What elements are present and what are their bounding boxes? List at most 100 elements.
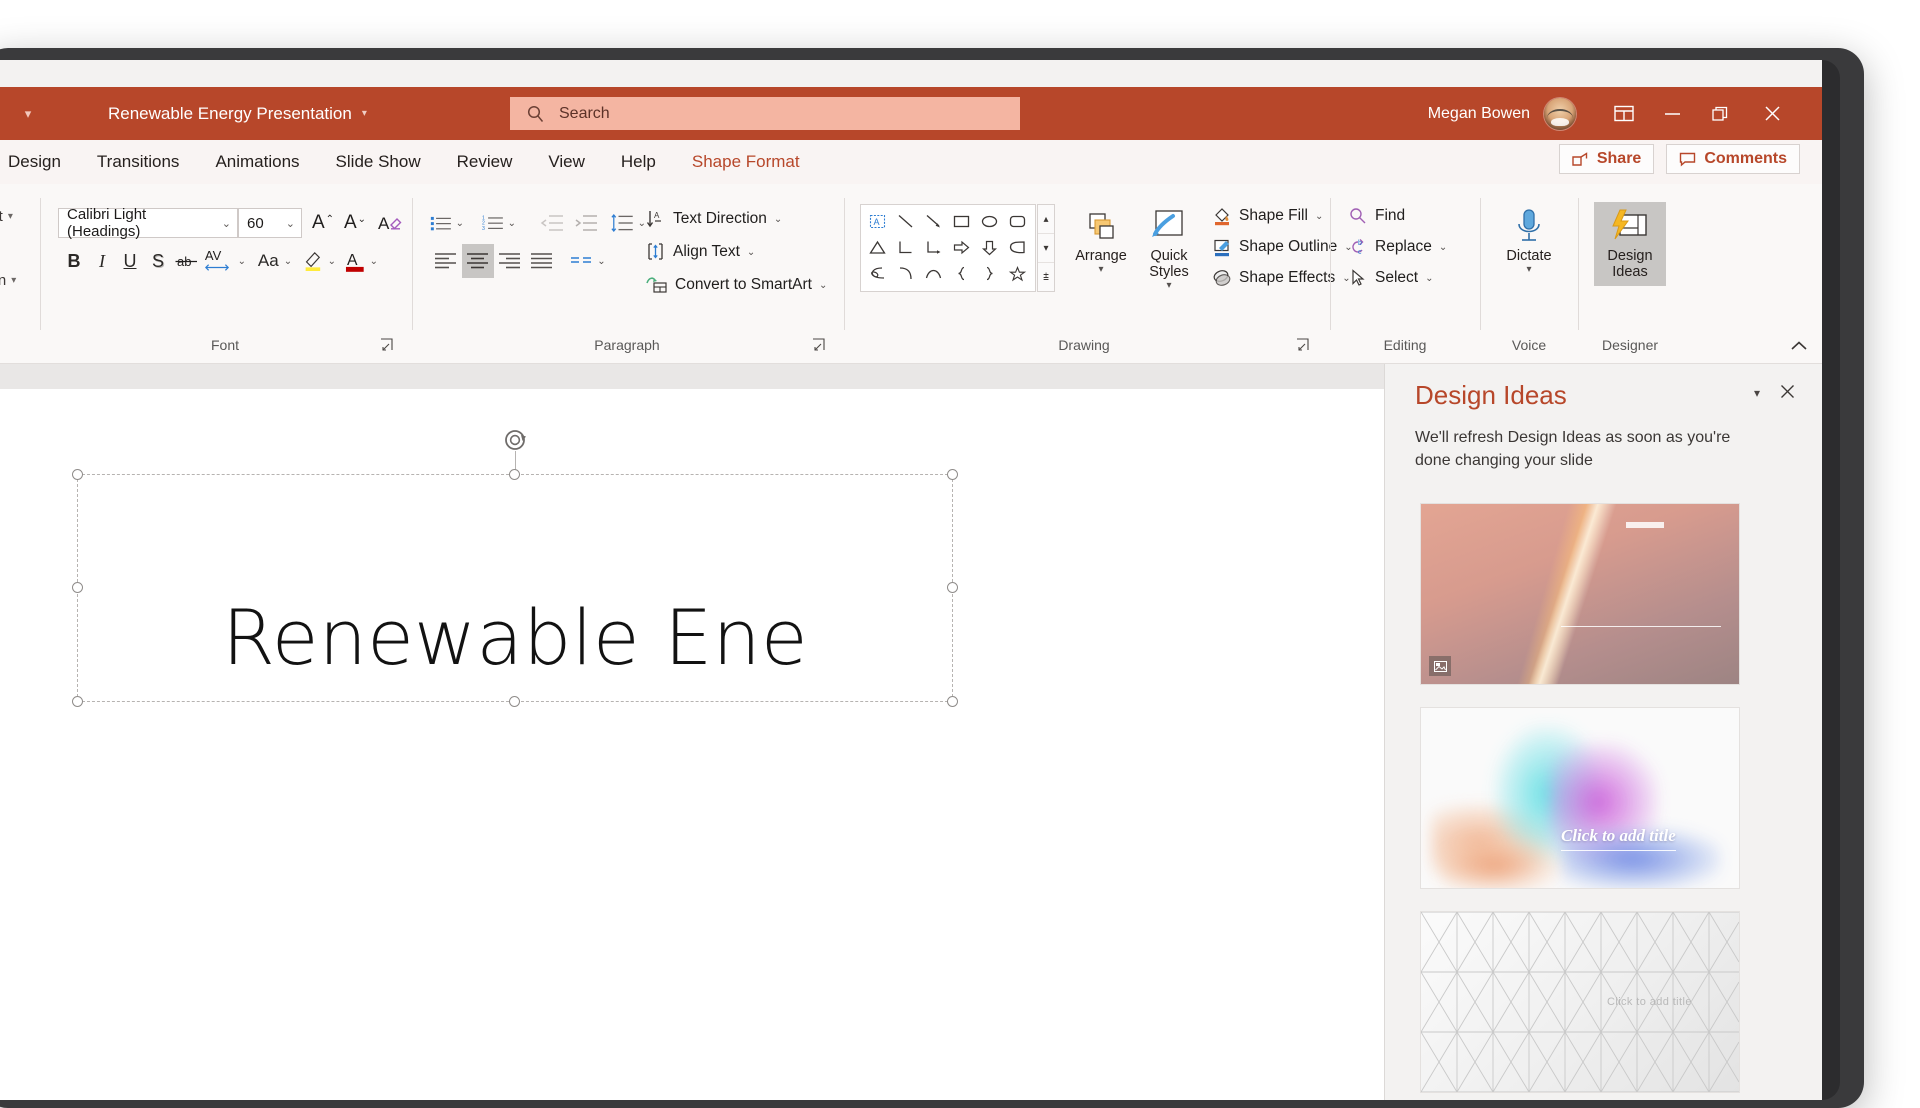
elbow-connector-icon[interactable]: [891, 234, 919, 260]
increase-indent-button[interactable]: [570, 208, 602, 238]
quick-styles-button[interactable]: Quick Styles ▾: [1134, 206, 1204, 292]
arc-icon[interactable]: [891, 260, 919, 286]
tab-transitions[interactable]: Transitions: [79, 140, 198, 184]
shape-fill-button[interactable]: Shape Fill ⌄: [1212, 206, 1323, 226]
triangle-icon[interactable]: [863, 234, 891, 260]
tab-label: Transitions: [96, 152, 180, 171]
strikethrough-button[interactable]: ab: [172, 246, 202, 276]
font-name-combobox[interactable]: Calibri Light (Headings) ⌄: [58, 206, 238, 240]
resize-handle-top-center[interactable]: [509, 469, 520, 480]
down-arrow-icon[interactable]: [975, 234, 1003, 260]
design-idea-image-badge: [1429, 656, 1451, 676]
minimize-button[interactable]: [1648, 87, 1696, 140]
slide-canvas[interactable]: Renewable Ene: [0, 389, 1384, 1100]
oval-icon[interactable]: [975, 208, 1003, 234]
design-idea-thumbnail-2[interactable]: Click to add title: [1421, 708, 1739, 888]
numbering-button[interactable]: 1 2 3 ⌄: [482, 208, 516, 238]
svg-text:3: 3: [482, 226, 485, 232]
font-size-combobox[interactable]: 60 ⌄: [238, 208, 302, 238]
user-name[interactable]: Megan Bowen: [1428, 105, 1530, 123]
collapse-ribbon-button[interactable]: [1790, 339, 1808, 355]
tab-slide-show[interactable]: Slide Show: [318, 140, 439, 184]
character-spacing-button[interactable]: AV ⌄: [204, 244, 246, 278]
select-button[interactable]: Select ⌄: [1348, 268, 1433, 288]
tab-view[interactable]: View: [530, 140, 603, 184]
scribble-icon[interactable]: [863, 260, 891, 286]
align-right-button[interactable]: [494, 246, 526, 276]
decrease-font-size-button[interactable]: A ⌄: [340, 208, 370, 238]
pie-shape-icon[interactable]: [1003, 234, 1031, 260]
decrease-indent-button[interactable]: [536, 208, 568, 238]
text-direction-button[interactable]: A Text Direction ⌄: [646, 209, 782, 229]
text-box-icon[interactable]: A: [863, 208, 891, 234]
rotate-handle-icon[interactable]: [502, 427, 528, 453]
tab-animations[interactable]: Animations: [197, 140, 317, 184]
justify-button[interactable]: [526, 246, 558, 276]
line-icon[interactable]: [891, 208, 919, 234]
resize-handle-top-right[interactable]: [947, 469, 958, 480]
change-case-button[interactable]: Aa ⌄: [252, 246, 298, 276]
tab-shape-format[interactable]: Shape Format: [674, 140, 818, 184]
comments-button[interactable]: Comments: [1666, 144, 1800, 174]
clear-formatting-button[interactable]: A: [374, 208, 406, 238]
rectangle-icon[interactable]: [947, 208, 975, 234]
shapes-more-button[interactable]: ⩲: [1038, 263, 1054, 291]
italic-button[interactable]: I: [88, 246, 116, 276]
arrange-button[interactable]: Arrange ▾: [1070, 206, 1132, 275]
underline-button[interactable]: U: [116, 246, 144, 276]
drawing-dialog-launcher[interactable]: [1296, 338, 1314, 356]
design-ideas-menu-button[interactable]: ▾: [1754, 386, 1760, 400]
text-shadow-button[interactable]: S: [144, 246, 172, 276]
right-arrow-icon[interactable]: [947, 234, 975, 260]
document-title[interactable]: Renewable Energy Presentation ▾: [108, 104, 367, 124]
columns-icon: [571, 257, 592, 263]
slide-title-text[interactable]: Renewable Ene: [78, 573, 952, 701]
increase-font-size-button[interactable]: A ⌃: [308, 208, 338, 238]
restore-button[interactable]: [1696, 87, 1744, 140]
line-spacing-button[interactable]: ⌄: [610, 208, 646, 238]
align-center-button[interactable]: [462, 244, 494, 278]
convert-to-smartart-button[interactable]: Convert to SmartArt ⌄: [646, 275, 827, 295]
bullets-button[interactable]: ⌄: [430, 208, 464, 238]
star-icon[interactable]: [1003, 260, 1031, 286]
avatar[interactable]: [1544, 97, 1576, 130]
ribbon-display-options-button[interactable]: [1600, 87, 1648, 140]
dictate-button[interactable]: Dictate ▾: [1498, 206, 1560, 275]
quick-access-toolbar-button[interactable]: ▾: [10, 96, 46, 132]
align-left-button[interactable]: [430, 246, 462, 276]
text-highlight-button[interactable]: ⌄: [302, 244, 336, 278]
left-brace-icon[interactable]: [947, 260, 975, 286]
bold-button[interactable]: B: [60, 246, 88, 276]
paragraph-dialog-launcher[interactable]: [812, 338, 830, 356]
design-ideas-button[interactable]: Design Ideas: [1594, 202, 1666, 287]
elbow-arrow-connector-icon[interactable]: [919, 234, 947, 260]
shapes-gallery[interactable]: A: [860, 204, 1036, 292]
share-button[interactable]: Share: [1558, 144, 1655, 174]
columns-button[interactable]: ⌄: [570, 246, 606, 276]
design-ideas-close-button[interactable]: [1774, 378, 1800, 404]
rounded-rectangle-icon[interactable]: [1003, 208, 1031, 234]
right-brace-icon[interactable]: [975, 260, 1003, 286]
font-color-button[interactable]: A ⌄: [344, 244, 378, 278]
shapes-scroll-down-button[interactable]: ▾: [1038, 234, 1054, 263]
close-button[interactable]: [1744, 87, 1800, 140]
resize-handle-top-left[interactable]: [72, 469, 83, 480]
tab-review[interactable]: Review: [439, 140, 531, 184]
titlebar-right-cluster: Megan Bowen: [1428, 87, 1800, 140]
line-arrow-icon[interactable]: [919, 208, 947, 234]
shapes-scroll-up-button[interactable]: ▴: [1038, 205, 1054, 234]
align-text-button[interactable]: Align Text ⌄: [646, 242, 755, 262]
section-button[interactable]: tion ▾: [0, 272, 16, 289]
search-input[interactable]: Search: [510, 97, 1020, 130]
title-placeholder-selection[interactable]: Renewable Ene: [72, 430, 958, 707]
shapes-scrollbar[interactable]: ▴ ▾ ⩲: [1037, 204, 1055, 292]
tab-design[interactable]: Design: [0, 140, 79, 184]
replace-button[interactable]: b c Replace ⌄: [1348, 237, 1447, 257]
tab-help[interactable]: Help: [603, 140, 674, 184]
design-idea-thumbnail-3[interactable]: Click to add title: [1421, 912, 1739, 1092]
design-idea-thumbnail-1[interactable]: [1421, 504, 1739, 684]
layout-button[interactable]: out ▾: [0, 208, 13, 225]
find-button[interactable]: Find: [1348, 206, 1405, 226]
font-dialog-launcher[interactable]: [380, 338, 398, 356]
curve-icon[interactable]: [919, 260, 947, 286]
